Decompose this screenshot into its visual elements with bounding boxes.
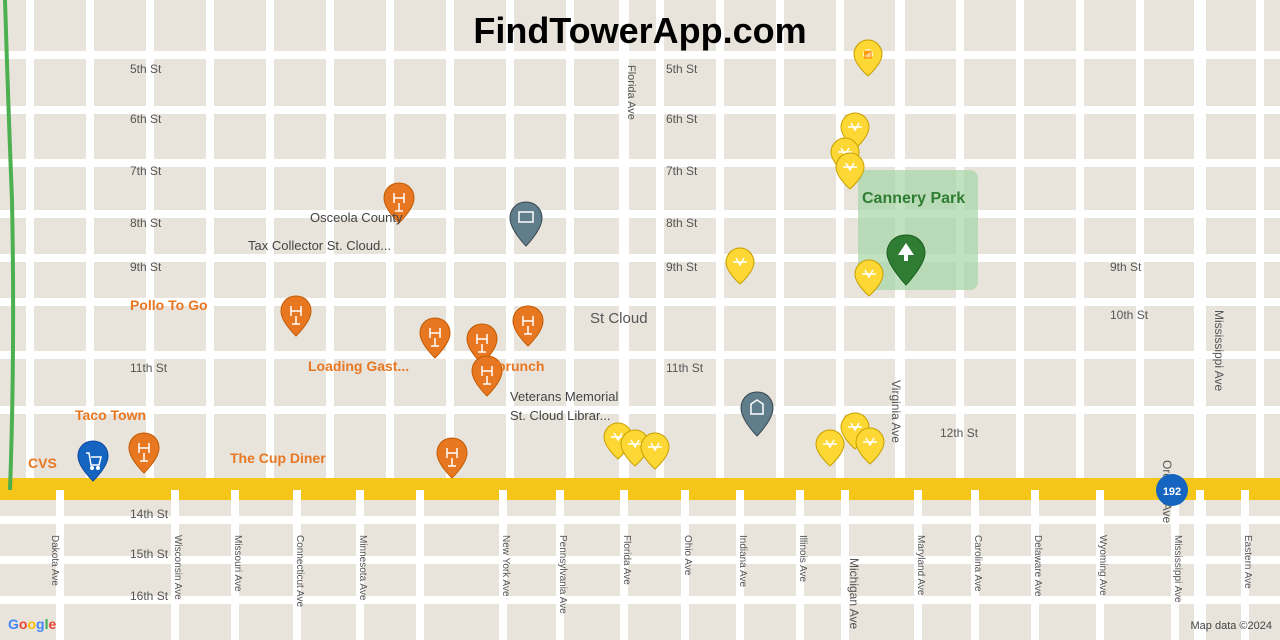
- svg-text:Ohio Ave: Ohio Ave: [682, 535, 693, 576]
- svg-text:Florida Ave: Florida Ave: [625, 65, 637, 120]
- map-background: 📶: [0, 0, 1280, 640]
- svg-text:Connecticut Ave: Connecticut Ave: [294, 535, 305, 608]
- svg-text:Cannery Park: Cannery Park: [862, 190, 965, 207]
- svg-text:5th St: 5th St: [666, 62, 698, 76]
- svg-text:Florida Ave: Florida Ave: [621, 535, 632, 585]
- svg-text:CVS: CVS: [28, 455, 57, 471]
- svg-text:Dakota Ave: Dakota Ave: [49, 535, 60, 586]
- svg-text:9th St: 9th St: [130, 260, 162, 274]
- svg-text:12th St: 12th St: [940, 426, 979, 440]
- svg-text:6th St: 6th St: [130, 112, 162, 126]
- svg-text:Mississippi Ave: Mississippi Ave: [1212, 310, 1226, 391]
- svg-text:9th St: 9th St: [1110, 260, 1142, 274]
- svg-text:7th St: 7th St: [130, 164, 162, 178]
- svg-text:Loading Gast...: Loading Gast...: [308, 358, 409, 374]
- svg-text:11th St: 11th St: [666, 361, 704, 375]
- svg-text:11th St: 11th St: [130, 361, 168, 375]
- svg-text:14th St: 14th St: [130, 507, 169, 521]
- svg-text:Delaware Ave: Delaware Ave: [1032, 535, 1043, 597]
- svg-text:Minnesota Ave: Minnesota Ave: [357, 535, 368, 601]
- svg-text:6th St: 6th St: [666, 112, 698, 126]
- svg-text:Carolina Ave: Carolina Ave: [972, 535, 983, 592]
- svg-text:Osceola County: Osceola County: [310, 210, 403, 225]
- svg-text:New York Ave: New York Ave: [500, 535, 511, 597]
- svg-text:10th St: 10th St: [1110, 308, 1149, 322]
- svg-text:Mississippi Ave: Mississippi Ave: [1172, 535, 1183, 603]
- svg-text:Michigan Ave: Michigan Ave: [847, 558, 861, 629]
- svg-text:Wisconsin Ave: Wisconsin Ave: [172, 535, 183, 600]
- svg-text:Wyoming Ave: Wyoming Ave: [1097, 535, 1108, 596]
- svg-text:5th St: 5th St: [130, 62, 162, 76]
- svg-text:Taco Town: Taco Town: [75, 407, 146, 423]
- map-attribution: Map data ©2024: [1191, 620, 1273, 632]
- svg-text:The Cup Diner: The Cup Diner: [230, 450, 326, 466]
- svg-text:Virginia Ave: Virginia Ave: [889, 380, 903, 443]
- google-logo: Google: [8, 616, 56, 632]
- svg-text:St Cloud: St Cloud: [590, 310, 648, 327]
- svg-text:16th St: 16th St: [130, 589, 169, 603]
- svg-text:Eastern Ave: Eastern Ave: [1242, 535, 1253, 589]
- svg-text:brunch: brunch: [497, 358, 544, 374]
- svg-text:📶: 📶: [864, 50, 873, 59]
- svg-text:Veterans Memorial: Veterans Memorial: [510, 389, 618, 404]
- svg-text:15th St: 15th St: [130, 547, 169, 561]
- svg-text:Maryland Ave: Maryland Ave: [915, 535, 926, 596]
- svg-text:Tax Collector St. Cloud...: Tax Collector St. Cloud...: [248, 238, 391, 253]
- svg-text:St. Cloud Librar...: St. Cloud Librar...: [510, 408, 610, 423]
- svg-text:192: 192: [1163, 486, 1181, 498]
- svg-text:Pennsylvania Ave: Pennsylvania Ave: [557, 535, 568, 614]
- svg-text:7th St: 7th St: [666, 164, 698, 178]
- svg-text:8th St: 8th St: [130, 216, 162, 230]
- svg-text:9th St: 9th St: [666, 260, 698, 274]
- svg-text:Illinois Ave: Illinois Ave: [797, 535, 808, 583]
- svg-text:Indiana Ave: Indiana Ave: [737, 535, 748, 588]
- map-container: 📶: [0, 0, 1280, 640]
- svg-text:8th St: 8th St: [666, 216, 698, 230]
- svg-text:Pollo To Go: Pollo To Go: [130, 297, 208, 313]
- svg-text:Missouri Ave: Missouri Ave: [232, 535, 243, 592]
